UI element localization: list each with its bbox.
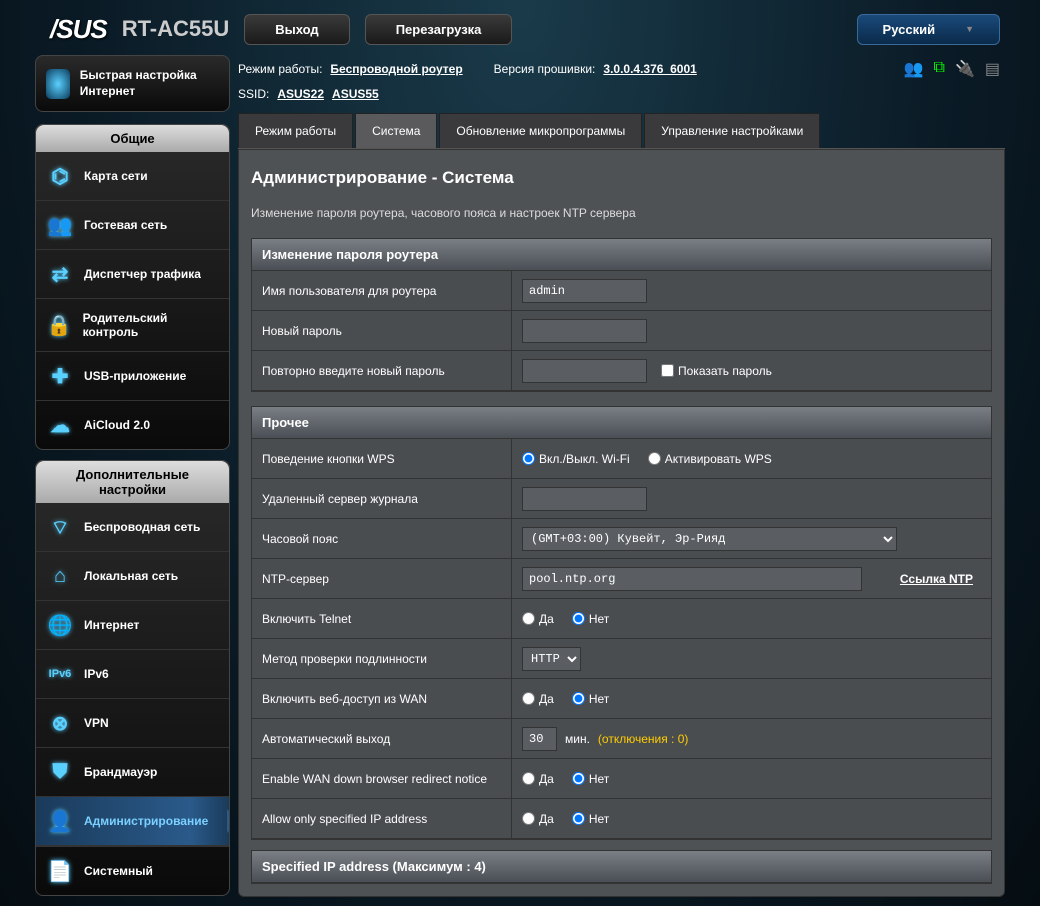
page-description: Изменение пароля роутера, часового пояса… [251,206,992,220]
auth-method-select[interactable]: HTTP [522,647,581,671]
nav-guest-network[interactable]: 👥 Гостевая сеть [36,201,229,250]
firmware-link[interactable]: 3.0.0.4.376_6001 [603,62,696,76]
wifi-status-icon[interactable]: ▤ [985,59,1000,79]
allow-specified-ip-label: Allow only specified IP address [252,799,512,838]
tab-settings-management[interactable]: Управление настройками [644,113,820,148]
admin-icon: 👤 [46,809,74,833]
globe-icon: 🌐 [46,613,74,637]
wan-access-label: Включить веб-доступ из WAN [252,679,512,718]
usb-icon[interactable]: 🔌 [955,59,975,79]
nav-wireless[interactable]: ⌔ Беспроводная сеть [36,503,229,552]
ssid1-link[interactable]: ASUS22 [277,87,324,101]
wifi-icon: ⌔ [46,515,74,539]
nav-firewall[interactable]: ⛊ Брандмауэр [36,748,229,797]
page-title: Администрирование - Система [251,168,992,188]
nav-system-log[interactable]: 📄 Системный [36,846,229,895]
language-button[interactable]: Русский [857,14,1000,45]
tab-firmware-upgrade[interactable]: Обновление микропрограммы [439,113,642,148]
auto-logout-unit: мин. [565,732,590,746]
remote-log-input[interactable] [522,487,647,511]
ntp-link[interactable]: Ссылка NTP [900,572,973,586]
auto-logout-label: Автоматический выход [252,719,512,758]
wan-down-redirect-label: Enable WAN down browser redirect notice [252,759,512,798]
model-name: RT-AC55U [122,16,230,42]
clients-icon[interactable]: 👥 [904,59,924,79]
nav-wan[interactable]: 🌐 Интернет [36,601,229,650]
guest-icon: 👥 [46,213,74,237]
ntp-server-input[interactable] [522,567,862,591]
nav-administration[interactable]: 👤 Администри­рование [36,797,229,846]
lock-icon: 🔒 [46,313,73,337]
confirm-password-label: Повторно введите новый пароль [252,351,512,390]
wan-down-yes-radio[interactable] [522,772,535,785]
telnet-yes-radio[interactable] [522,612,535,625]
vpn-icon: ⊗ [46,711,74,735]
tab-system[interactable]: Система [355,113,437,148]
wand-icon [46,69,70,99]
new-password-label: Новый пароль [252,311,512,350]
login-name-input[interactable] [522,279,647,303]
nav-ipv6[interactable]: IPv6 IPv6 [36,650,229,699]
section-specified-ip-header: Specified IP address (Максимум : 4) [252,851,991,883]
allow-ip-yes-radio[interactable] [522,812,535,825]
show-password-checkbox[interactable] [661,364,674,377]
wps-activate-radio[interactable] [648,452,661,465]
section-password-header: Изменение пароля роутера [252,239,991,271]
show-password-label: Показать пароль [678,364,772,378]
ssid2-link[interactable]: ASUS55 [332,87,379,101]
puzzle-icon: ✚ [46,364,74,388]
confirm-password-input[interactable] [522,359,647,383]
section-misc-header: Прочее [252,407,991,439]
new-password-input[interactable] [522,319,647,343]
wan-access-no-radio[interactable] [572,692,585,705]
nav-traffic-manager[interactable]: ⇄ Диспетчер трафика [36,250,229,299]
ipv6-icon: IPv6 [46,662,74,686]
wan-access-yes-radio[interactable] [522,692,535,705]
nav-aicloud[interactable]: ☁ AiCloud 2.0 [36,401,229,449]
wan-down-no-radio[interactable] [572,772,585,785]
cloud-icon: ☁ [46,413,74,437]
mode-label: Режим работы: [238,62,322,76]
ssid-label: SSID: [238,87,269,101]
logout-button[interactable]: Выход [244,14,349,45]
log-icon: 📄 [46,859,74,883]
net-icon[interactable]: ⧉ [934,59,945,79]
sidebar-advanced-header: Дополнительные настройки [36,461,229,503]
enable-telnet-label: Включить Telnet [252,599,512,638]
ntp-server-label: NTP-сервер [252,559,512,598]
nav-lan[interactable]: ⌂ Локальная сеть [36,552,229,601]
brand-logo: /SUS [50,14,107,45]
wps-behavior-label: Поведение кнопки WPS [252,439,512,478]
nav-parental-control[interactable]: 🔒 Родительский контроль [36,299,229,352]
telnet-no-radio[interactable] [572,612,585,625]
allow-ip-no-radio[interactable] [572,812,585,825]
quick-internet-setup[interactable]: Быстрая настройка Интернет [35,55,230,112]
auto-logout-input[interactable] [522,727,557,751]
home-icon: ⌂ [46,564,74,588]
auto-logout-note: (отключения : 0) [598,732,688,746]
nav-vpn[interactable]: ⊗ VPN [36,699,229,748]
wps-toggle-wifi-radio[interactable] [522,452,535,465]
remote-log-label: Удаленный сервер журнала [252,479,512,518]
auth-method-label: Метод проверки подлинности [252,639,512,678]
timezone-select[interactable]: (GMT+03:00) Кувейт, Эр-Рияд [522,527,897,551]
network-map-icon: ⌬ [46,164,74,188]
firmware-label: Версия прошивки: [494,62,596,76]
login-name-label: Имя пользователя для роутера [252,271,512,310]
timezone-label: Часовой пояс [252,519,512,558]
tab-operation-mode[interactable]: Режим работы [238,113,353,148]
nav-network-map[interactable]: ⌬ Карта сети [36,152,229,201]
mode-link[interactable]: Беспроводной роутер [330,62,462,76]
reboot-button[interactable]: Перезагрузка [365,14,513,45]
shield-icon: ⛊ [46,760,74,784]
sidebar-general-header: Общие [36,125,229,152]
traffic-icon: ⇄ [46,262,74,286]
nav-usb-app[interactable]: ✚ USB-приложение [36,352,229,401]
